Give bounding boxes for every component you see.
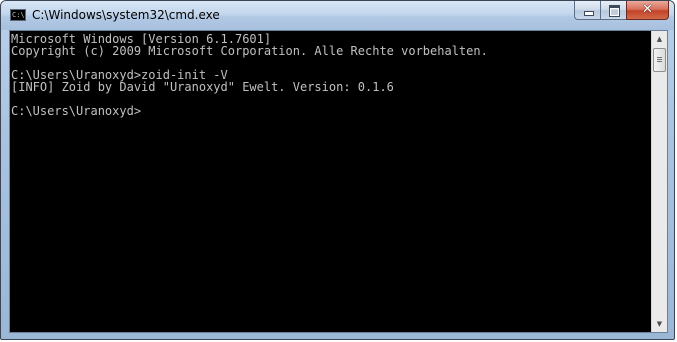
scroll-down-icon[interactable]: ▼: [652, 316, 667, 332]
caption-buttons: ✕: [574, 1, 669, 20]
console-line: [INFO] Zoid by David "Uranoxyd" Ewelt. V…: [11, 80, 394, 94]
thumb-grip-line: [657, 61, 662, 62]
thumb-grip-line: [657, 59, 662, 60]
close-icon: ✕: [642, 2, 653, 17]
thumb-grip-line: [657, 57, 662, 58]
cmd-window: C:\ C:\Windows\system32\cmd.exe ✕ Micros…: [0, 0, 675, 340]
maximize-icon: [609, 5, 620, 17]
console-prompt-line[interactable]: C:\Users\Uranoxyd>: [11, 105, 652, 117]
cmd-icon-text: C:\: [12, 11, 25, 19]
console-line: Copyright (c) 2009 Microsoft Corporation…: [11, 44, 488, 58]
scroll-up-icon[interactable]: ▲: [652, 31, 667, 47]
scrollbar-thumb[interactable]: [653, 48, 666, 72]
maximize-button[interactable]: [600, 1, 626, 20]
minimize-icon: [584, 11, 594, 16]
minimize-button[interactable]: [574, 1, 600, 20]
title-bar[interactable]: C:\ C:\Windows\system32\cmd.exe ✕: [1, 1, 674, 30]
window-title: C:\Windows\system32\cmd.exe: [32, 8, 220, 22]
close-button[interactable]: ✕: [626, 1, 669, 20]
console-output[interactable]: Microsoft Windows [Version 6.1.7601] Cop…: [10, 31, 652, 332]
console-client-area: Microsoft Windows [Version 6.1.7601] Cop…: [9, 30, 668, 333]
vertical-scrollbar[interactable]: ▲ ▼: [651, 31, 667, 332]
cmd-icon[interactable]: C:\: [10, 9, 26, 21]
